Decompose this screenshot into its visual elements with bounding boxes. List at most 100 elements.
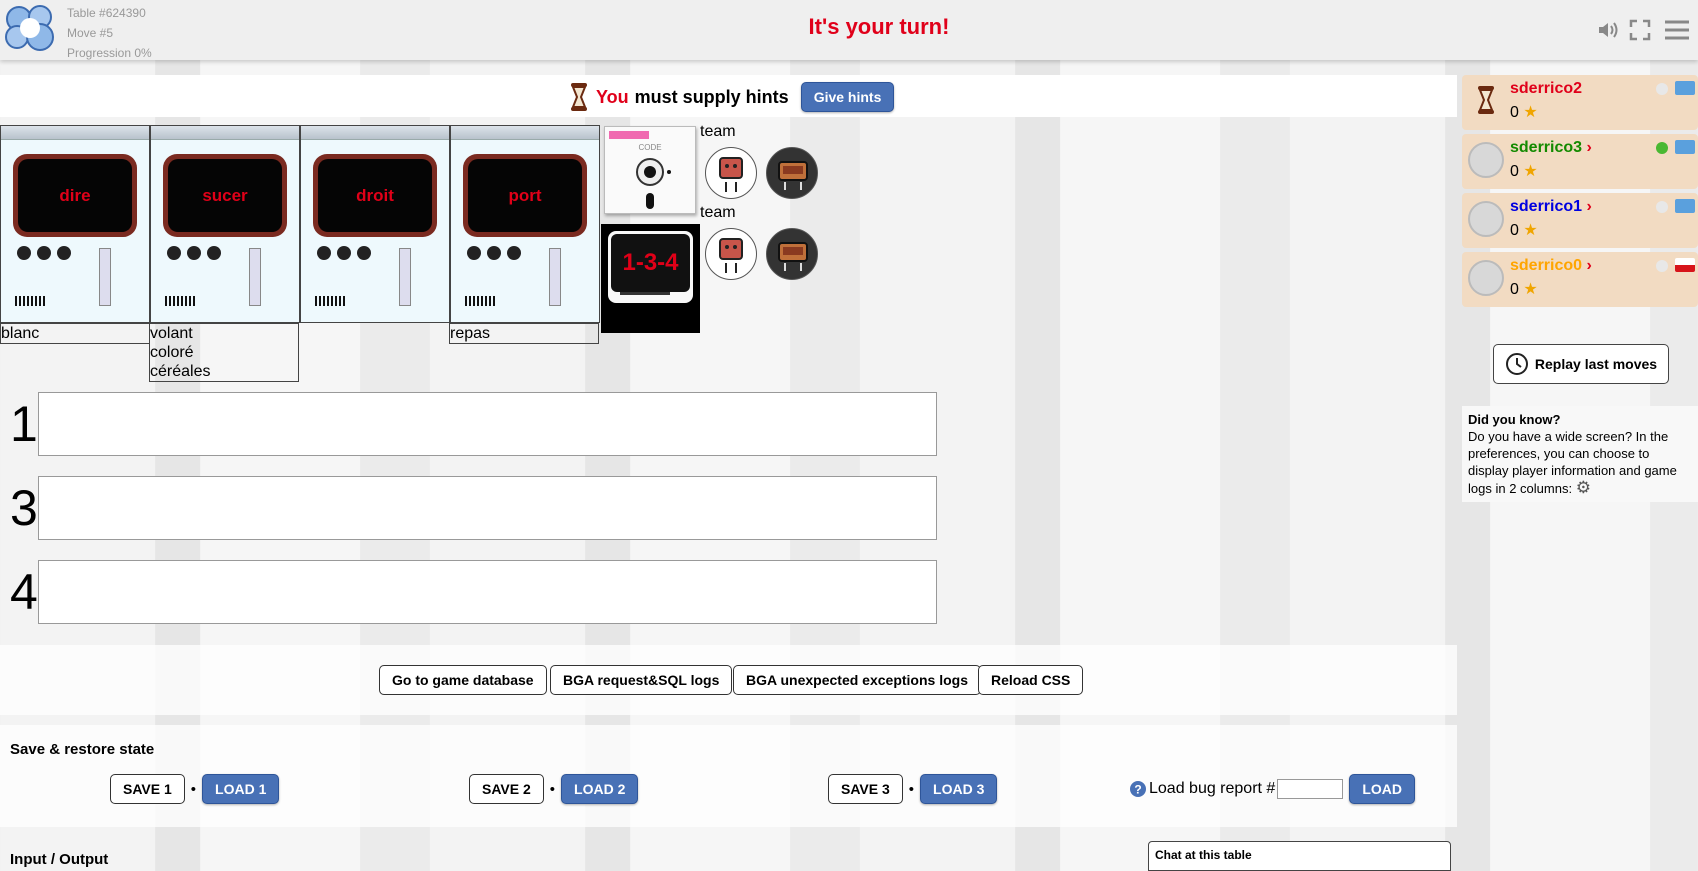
- clue-list-1: blanc: [0, 323, 150, 344]
- flag-icon: [1675, 140, 1695, 154]
- clue-list-4: repas: [449, 323, 599, 344]
- robot-icon: [719, 238, 743, 273]
- load-2-button[interactable]: LOAD 2: [561, 774, 639, 804]
- flag-icon: [1675, 81, 1695, 95]
- turn-message: It's your turn!: [808, 14, 950, 39]
- status-message: must supply hints: [634, 86, 789, 107]
- team-label: team: [700, 204, 736, 221]
- flag-icon: [1675, 258, 1695, 272]
- robot-icon: [778, 161, 808, 190]
- team-token-white: [705, 147, 757, 199]
- status-dot: [1656, 260, 1668, 272]
- player-name[interactable]: sderrico2: [1510, 80, 1582, 98]
- clue-list-2: volant coloré céréales: [149, 323, 299, 382]
- player-board[interactable]: sderrico2 0 ★: [1462, 75, 1698, 130]
- player-board[interactable]: sderrico3 › 0 ★: [1462, 134, 1698, 189]
- bug-report-input[interactable]: [1277, 779, 1344, 799]
- flag-icon: [1675, 199, 1695, 213]
- avatar: [1468, 142, 1504, 178]
- hint-input[interactable]: [38, 560, 937, 624]
- separator: •: [190, 780, 197, 798]
- keyword-card-3: droit: [300, 125, 450, 323]
- gear-icon[interactable]: ⚙: [1576, 478, 1591, 497]
- keyword-card-2: sucer: [150, 125, 300, 323]
- menu-icon[interactable]: [1663, 18, 1691, 42]
- save-1-button[interactable]: SAVE 1: [110, 774, 185, 804]
- load-1-button[interactable]: LOAD 1: [202, 774, 280, 804]
- code-card-back: CODE: [604, 126, 696, 214]
- hint-number: 1: [10, 396, 38, 452]
- robot-icon: [719, 157, 743, 192]
- admin-panel: Go to game database BGA request&SQL logs…: [0, 645, 1457, 715]
- keyword: droit: [318, 159, 432, 232]
- svg-text:?: ?: [1134, 783, 1141, 797]
- avatar: [1468, 201, 1504, 237]
- fullscreen-icon[interactable]: [1628, 18, 1652, 42]
- exception-logs-button[interactable]: BGA unexpected exceptions logs: [733, 665, 981, 695]
- save-restore-title: Save & restore state: [10, 741, 155, 758]
- clue: céréales: [150, 363, 211, 380]
- keyword: port: [468, 159, 582, 232]
- player-score: 0 ★: [1510, 163, 1538, 180]
- clue: volant: [150, 325, 193, 342]
- sql-logs-button[interactable]: BGA request&SQL logs: [550, 665, 733, 695]
- input-output-title: Input / Output: [10, 851, 109, 868]
- hint-input[interactable]: [38, 476, 937, 540]
- player-name[interactable]: sderrico0 ›: [1510, 257, 1592, 275]
- tip-title: Did you know?: [1468, 412, 1561, 427]
- player-board[interactable]: sderrico1 › 0 ★: [1462, 193, 1698, 248]
- load-bug-report-button[interactable]: LOAD: [1349, 774, 1415, 804]
- keyword: sucer: [168, 159, 282, 232]
- player-score: 0 ★: [1510, 104, 1538, 121]
- star-icon: ★: [1523, 163, 1538, 180]
- code-dial-icon: [636, 158, 671, 209]
- tip-box: Did you know? Do you have a wide screen?…: [1462, 406, 1698, 502]
- keyword-card-1: dire: [0, 125, 150, 323]
- hint-number: 4: [10, 564, 38, 620]
- tip-text: Do you have a wide screen? In the prefer…: [1468, 429, 1677, 496]
- sound-icon[interactable]: [1596, 18, 1620, 42]
- clue: coloré: [150, 344, 194, 361]
- player-name[interactable]: sderrico3 ›: [1510, 139, 1592, 157]
- keyword: dire: [18, 159, 132, 232]
- clue: repas: [450, 325, 491, 342]
- code-display: 1-3-4: [611, 234, 690, 292]
- chevron-right-icon: ›: [1586, 198, 1592, 215]
- star-icon: ★: [1523, 104, 1538, 121]
- replay-button[interactable]: Replay last moves: [1493, 344, 1669, 384]
- give-hints-button[interactable]: Give hints: [800, 82, 895, 112]
- team-label: team: [700, 123, 736, 140]
- separator: •: [549, 780, 556, 798]
- hourglass-icon: [571, 83, 587, 111]
- player-name[interactable]: sderrico1 ›: [1510, 198, 1592, 216]
- help-icon[interactable]: ?: [1129, 780, 1147, 798]
- load-3-button[interactable]: LOAD 3: [920, 774, 998, 804]
- player-board[interactable]: sderrico0 › 0 ★: [1462, 252, 1698, 307]
- status-bar: You must supply hints Give hints: [0, 75, 1457, 117]
- status-dot: [1656, 201, 1668, 213]
- status-you: You: [596, 86, 629, 107]
- avatar: [1468, 260, 1504, 296]
- code-card: 1-3-4: [601, 224, 700, 333]
- robot-icon: [778, 242, 808, 271]
- team-token-black: [766, 228, 818, 280]
- separator: •: [908, 780, 915, 798]
- save-2-button[interactable]: SAVE 2: [469, 774, 544, 804]
- code-card-label: CODE: [638, 143, 662, 152]
- save-restore-panel: Save & restore state SAVE 1 • LOAD 1 SAV…: [0, 725, 1457, 827]
- player-score: 0 ★: [1510, 281, 1538, 298]
- save-3-button[interactable]: SAVE 3: [828, 774, 903, 804]
- chevron-right-icon: ›: [1586, 139, 1592, 156]
- star-icon: ★: [1523, 281, 1538, 298]
- top-bar: Table #624390 Move #5 Progression 0% It'…: [0, 0, 1698, 60]
- hint-number: 3: [10, 480, 38, 536]
- replay-label: Replay last moves: [1534, 356, 1658, 372]
- player-panel: sderrico2 0 ★ sderrico3 › 0 ★ sderrico1 …: [1462, 75, 1698, 311]
- team-token-black: [766, 147, 818, 199]
- star-icon: ★: [1523, 222, 1538, 239]
- status-dot: [1656, 83, 1668, 95]
- game-database-button[interactable]: Go to game database: [379, 665, 547, 695]
- progression: Progression 0%: [67, 46, 152, 60]
- hint-input[interactable]: [38, 392, 937, 456]
- reload-css-button[interactable]: Reload CSS: [978, 665, 1084, 695]
